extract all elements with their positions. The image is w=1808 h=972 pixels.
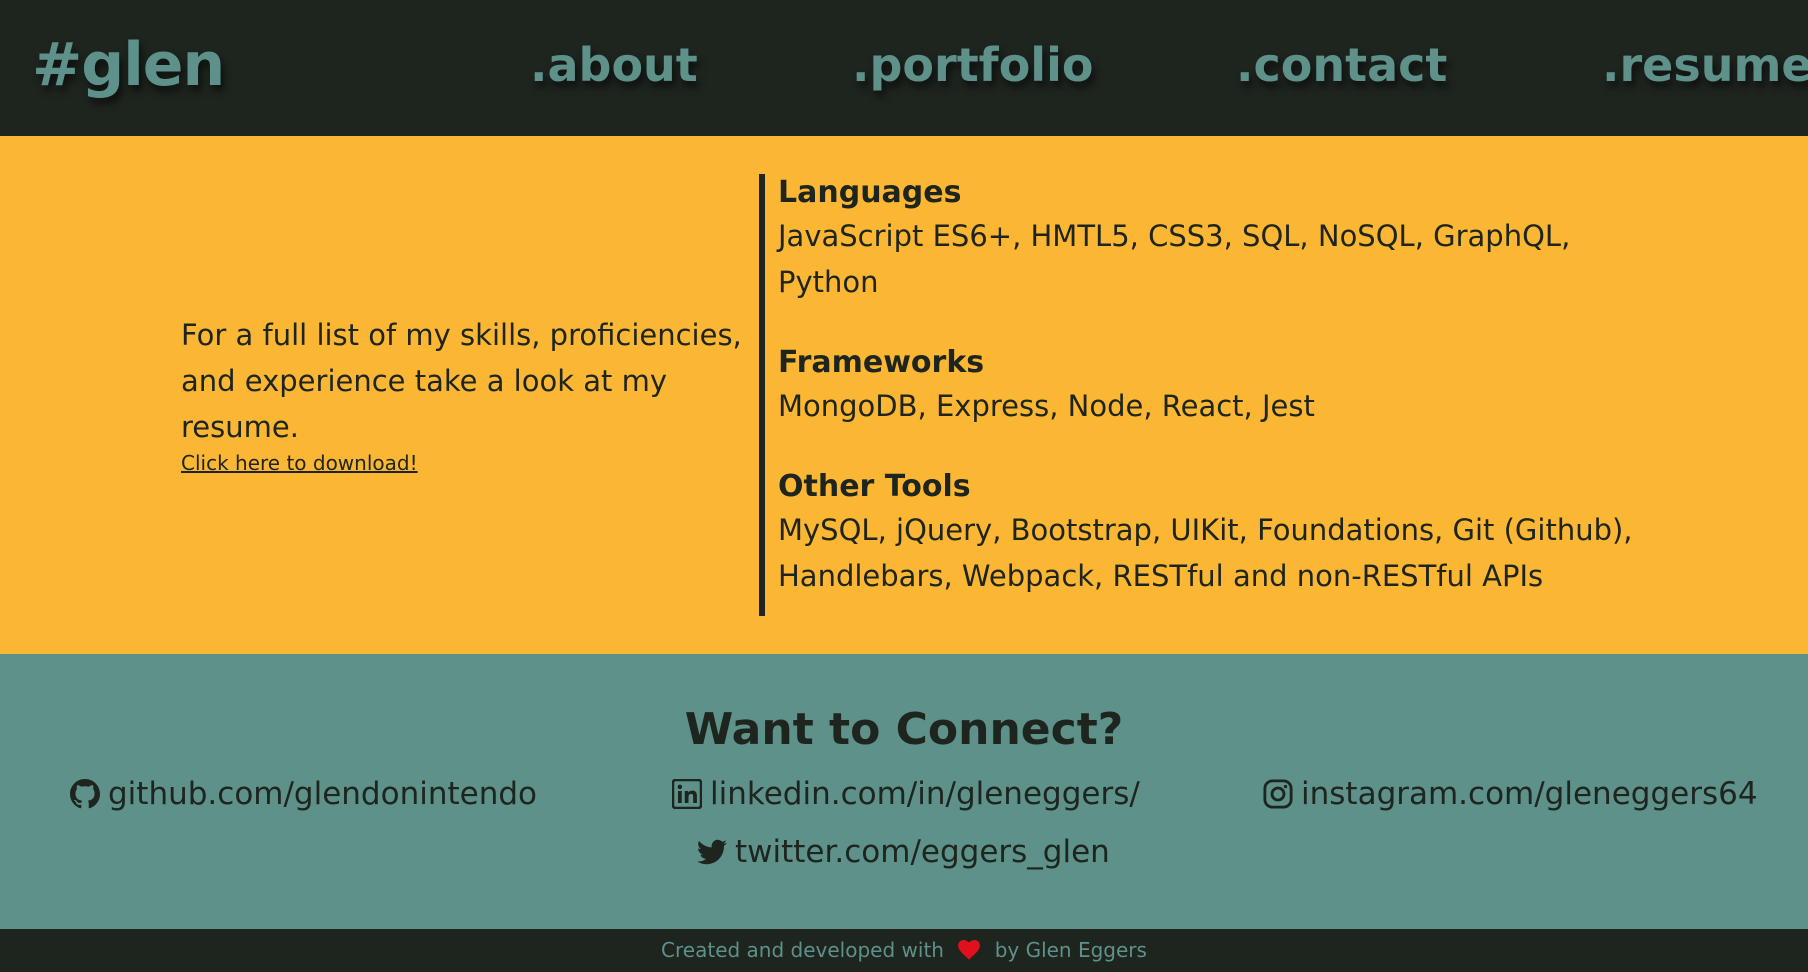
footer-suffix: by Glen Eggers (994, 938, 1147, 962)
skill-group-title: Frameworks (778, 345, 985, 380)
skill-group-languages: Languages JavaScript ES6+, HMTL5, CSS3, … (778, 173, 1658, 305)
resume-intro-text: For a full list of my skills, proficienc… (181, 318, 742, 444)
skill-group-frameworks: Frameworks MongoDB, Express, Node, React… (778, 343, 1658, 429)
skill-group-items: JavaScript ES6+, HMTL5, CSS3, SQL, NoSQL… (778, 219, 1571, 299)
linkedin-icon (672, 779, 702, 809)
resume-intro: For a full list of my skills, proficienc… (181, 312, 751, 476)
skills-divider (759, 174, 765, 616)
footer-prefix: Created and developed with (661, 938, 944, 962)
instagram-link[interactable]: instagram.com/gleneggers64 (1263, 776, 1758, 812)
connect-title: Want to Connect? (684, 704, 1124, 755)
skill-group-title: Other Tools (778, 469, 971, 504)
nav-resume-link[interactable]: .resume (1602, 38, 1808, 92)
instagram-icon (1263, 779, 1293, 809)
site-header: #glen .about .portfolio .contact .resume (0, 0, 1808, 136)
skill-group-other-tools: Other Tools MySQL, jQuery, Bootstrap, UI… (778, 467, 1658, 599)
linkedin-link[interactable]: linkedin.com/in/gleneggers/ (672, 776, 1140, 812)
instagram-link-label: instagram.com/gleneggers64 (1301, 776, 1758, 812)
linkedin-link-label: linkedin.com/in/gleneggers/ (710, 776, 1140, 812)
skill-group-items: MongoDB, Express, Node, React, Jest (778, 389, 1315, 423)
twitter-link-label: twitter.com/eggers_glen (735, 834, 1110, 870)
skills-section: For a full list of my skills, proficienc… (0, 136, 1808, 654)
logo-link[interactable]: #glen (32, 30, 225, 100)
nav-contact-link[interactable]: .contact (1236, 38, 1447, 92)
github-icon (70, 779, 100, 809)
site-footer: Created and developed with by Glen Egger… (0, 929, 1808, 972)
github-link[interactable]: github.com/glendonintendo (70, 776, 537, 812)
skill-group-title: Languages (778, 175, 962, 210)
skill-group-items: MySQL, jQuery, Bootstrap, UIKit, Foundat… (778, 513, 1633, 593)
twitter-icon (697, 839, 727, 865)
connect-section: Want to Connect? github.com/glendoninten… (0, 654, 1808, 929)
skills-list: Languages JavaScript ES6+, HMTL5, CSS3, … (778, 173, 1658, 599)
nav-portfolio-link[interactable]: .portfolio (852, 38, 1093, 92)
github-link-label: github.com/glendonintendo (108, 776, 538, 812)
twitter-link[interactable]: twitter.com/eggers_glen (697, 834, 1110, 870)
resume-download-link[interactable]: Click here to download! (181, 450, 751, 476)
heart-icon (958, 940, 981, 960)
nav-about-link[interactable]: .about (530, 38, 698, 92)
